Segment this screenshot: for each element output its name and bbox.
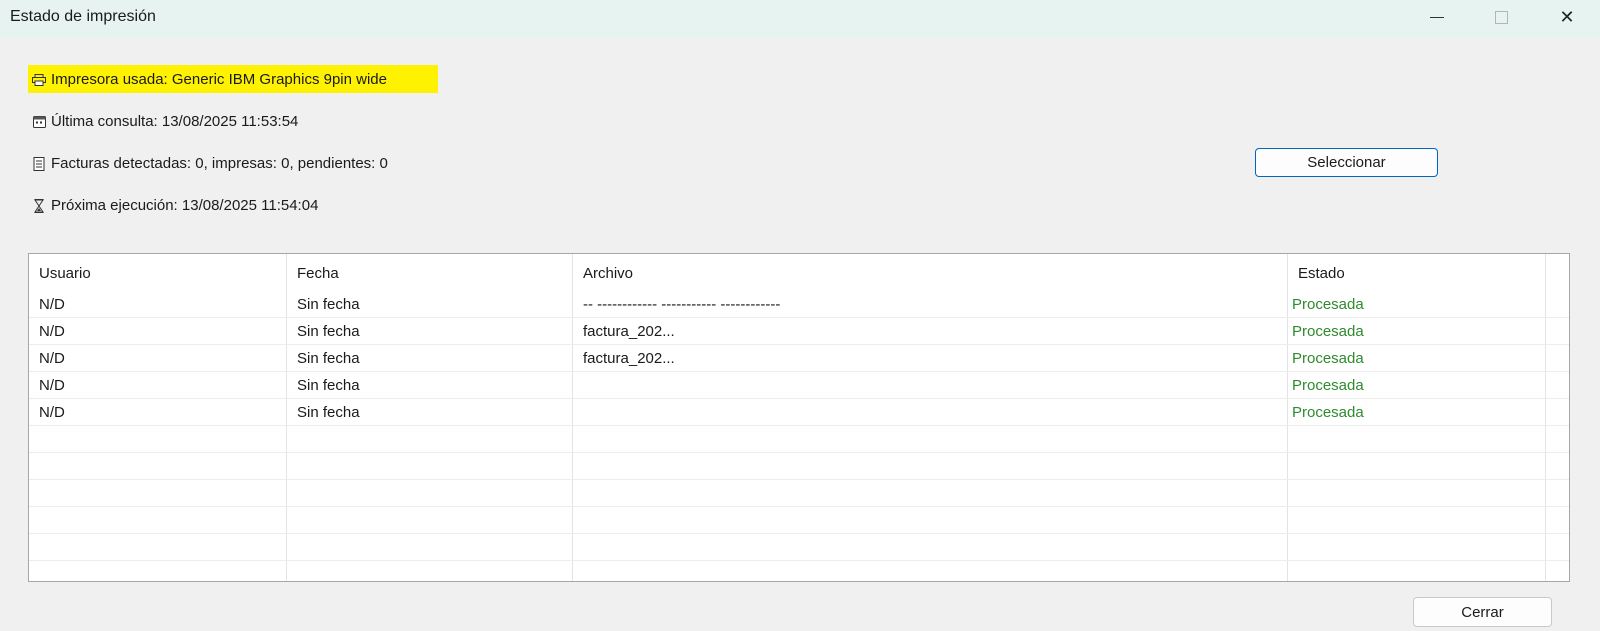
cell-estado: Procesada	[1288, 372, 1546, 398]
column-header-archivo[interactable]: Archivo	[573, 254, 1288, 291]
cell-estado: Procesada	[1288, 291, 1546, 317]
cell-estado	[1288, 453, 1546, 479]
cell-filler	[1546, 453, 1569, 479]
table-row[interactable]: N/D Sin fecha factura_202... Procesada	[29, 345, 1569, 372]
table-row[interactable]	[29, 534, 1569, 561]
column-header-filler	[1546, 254, 1569, 291]
title-bar: Estado de impresión ✕	[0, 0, 1600, 38]
table-row[interactable]	[29, 507, 1569, 534]
table-row[interactable]	[29, 480, 1569, 507]
cell-estado	[1288, 534, 1546, 560]
cell-usuario	[29, 453, 287, 479]
cell-fecha: Sin fecha	[287, 291, 573, 317]
cell-archivo	[573, 507, 1288, 533]
cell-filler	[1546, 372, 1569, 398]
table-row[interactable]	[29, 453, 1569, 480]
cell-usuario: N/D	[29, 399, 287, 425]
cell-usuario	[29, 534, 287, 560]
maximize-icon	[1494, 10, 1508, 24]
table-row[interactable]: N/D Sin fecha Procesada	[29, 372, 1569, 399]
cell-archivo	[573, 426, 1288, 452]
last-query-label: Última consulta: 13/08/2025 11:53:54	[51, 113, 299, 130]
cell-usuario: N/D	[29, 318, 287, 344]
cell-filler	[1546, 318, 1569, 344]
next-run-label: Próxima ejecución: 13/08/2025 11:54:04	[51, 197, 319, 214]
invoices-label: Facturas detectadas: 0, impresas: 0, pen…	[51, 155, 388, 172]
cell-usuario	[29, 426, 287, 452]
printer-label: Impresora usada: Generic IBM Graphics 9p…	[51, 71, 387, 88]
table-row[interactable]: N/D Sin fecha -- ------------ ----------- …	[29, 291, 1569, 318]
print-status-table[interactable]: Usuario Fecha Archivo Estado N/D Sin fech…	[28, 253, 1570, 582]
calendar-icon	[32, 115, 46, 129]
cell-fecha: Sin fecha	[287, 399, 573, 425]
cell-archivo	[573, 453, 1288, 479]
cell-filler	[1546, 426, 1569, 452]
window-title: Estado de impresión	[10, 8, 156, 25]
cell-usuario	[29, 480, 287, 506]
cell-fecha	[287, 453, 573, 479]
cell-filler	[1546, 345, 1569, 371]
cell-archivo	[573, 561, 1288, 581]
cell-filler	[1546, 507, 1569, 533]
printer-info: Impresora usada: Generic IBM Graphics 9p…	[32, 71, 387, 88]
cell-usuario: N/D	[29, 345, 287, 371]
cell-fecha	[287, 534, 573, 560]
table-row[interactable]	[29, 561, 1569, 581]
close-button[interactable]: Cerrar	[1413, 597, 1552, 627]
cell-estado: Procesada	[1288, 345, 1546, 371]
cell-estado	[1288, 507, 1546, 533]
cell-fecha	[287, 561, 573, 581]
table-row[interactable]: N/D Sin fecha factura_202... Procesada	[29, 318, 1569, 345]
cell-estado: Procesada	[1288, 399, 1546, 425]
column-header-fecha[interactable]: Fecha	[287, 254, 573, 291]
cell-fecha	[287, 480, 573, 506]
cell-filler	[1546, 561, 1569, 581]
cell-archivo: factura_202...	[573, 345, 1288, 371]
cell-estado	[1288, 426, 1546, 452]
column-header-estado[interactable]: Estado	[1288, 254, 1546, 291]
cell-filler	[1546, 534, 1569, 560]
last-query-info: Última consulta: 13/08/2025 11:53:54	[32, 113, 298, 130]
column-header-usuario[interactable]: Usuario	[29, 254, 287, 291]
cell-usuario	[29, 507, 287, 533]
table-header: Usuario Fecha Archivo Estado	[29, 254, 1569, 291]
cell-estado: Procesada	[1288, 318, 1546, 344]
cell-filler	[1546, 399, 1569, 425]
cell-fecha: Sin fecha	[287, 345, 573, 371]
cell-filler	[1546, 480, 1569, 506]
cell-usuario	[29, 561, 287, 581]
cell-archivo	[573, 480, 1288, 506]
cell-filler	[1546, 291, 1569, 317]
cell-estado	[1288, 561, 1546, 581]
cell-estado	[1288, 480, 1546, 506]
cell-archivo	[573, 534, 1288, 560]
table-row[interactable]: N/D Sin fecha Procesada	[29, 399, 1569, 426]
invoices-info: Facturas detectadas: 0, impresas: 0, pen…	[32, 155, 388, 172]
cell-archivo	[573, 399, 1288, 425]
cell-fecha: Sin fecha	[287, 372, 573, 398]
cell-fecha	[287, 426, 573, 452]
receipt-icon	[32, 156, 46, 171]
cell-archivo: factura_202...	[573, 318, 1288, 344]
cell-fecha	[287, 507, 573, 533]
maximize-button[interactable]	[1468, 0, 1534, 34]
minimize-button[interactable]	[1404, 0, 1470, 34]
next-run-info: Próxima ejecución: 13/08/2025 11:54:04	[32, 197, 318, 214]
printer-icon	[32, 73, 46, 87]
cell-archivo	[573, 372, 1288, 398]
hourglass-icon	[32, 198, 46, 213]
cell-usuario: N/D	[29, 291, 287, 317]
cell-usuario: N/D	[29, 372, 287, 398]
select-button[interactable]: Seleccionar	[1255, 148, 1438, 177]
close-icon: ✕	[1559, 6, 1575, 27]
table-row[interactable]	[29, 426, 1569, 453]
minimize-icon	[1430, 16, 1444, 18]
close-window-button[interactable]: ✕	[1534, 0, 1600, 34]
cell-fecha: Sin fecha	[287, 318, 573, 344]
cell-archivo: -- ------------ ----------- ------------	[573, 291, 1288, 317]
